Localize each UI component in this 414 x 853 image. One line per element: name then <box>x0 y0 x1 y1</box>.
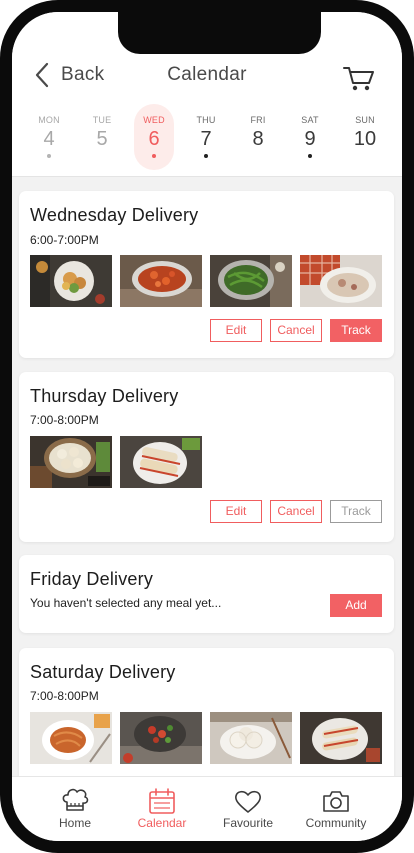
delivery-time: 6:00-7:00PM <box>30 233 99 247</box>
tab-label: Home <box>58 816 91 830</box>
delivery-card-wednesday: Wednesday Delivery 6:00-7:00PM Edit Canc… <box>19 191 394 358</box>
bottom-tab-bar: Home Calendar Favourite Community <box>12 776 402 841</box>
meal-thumbnail[interactable] <box>30 436 112 488</box>
day-name: TUE <box>92 115 112 125</box>
day-thu[interactable]: THU 7 <box>186 104 226 170</box>
tab-label: Community <box>305 816 367 830</box>
meal-thumbnail[interactable] <box>210 255 292 307</box>
delivery-card-thursday: Thursday Delivery 7:00-8:00PM Edit Cance… <box>19 372 394 542</box>
track-button[interactable]: Track <box>330 319 382 342</box>
device-notch <box>118 12 321 54</box>
delivery-title: Saturday Delivery <box>30 662 176 682</box>
delivery-dot <box>47 154 51 158</box>
delivery-time: 7:00-8:00PM <box>30 413 99 427</box>
meal-photo-icon <box>210 712 292 764</box>
day-name: WED <box>143 115 165 125</box>
day-number: 9 <box>304 128 316 150</box>
meal-thumbnail[interactable] <box>210 712 292 764</box>
day-sun[interactable]: SUN 10 <box>345 104 385 170</box>
edit-button[interactable]: Edit <box>210 319 262 342</box>
meal-thumbnail[interactable] <box>120 436 202 488</box>
tab-community[interactable]: Community <box>291 777 381 841</box>
week-strip: MON 4 TUE 5 WED 6 THU 7 FRI 8 SAT 9 SUN … <box>12 104 402 174</box>
tab-favourite[interactable]: Favourite <box>203 777 293 841</box>
chef-hat-icon <box>62 788 89 811</box>
delivery-dot <box>152 154 156 158</box>
day-wed[interactable]: WED 6 <box>134 104 174 170</box>
meal-thumbnail[interactable] <box>300 712 382 764</box>
meal-photo-icon <box>30 436 112 488</box>
day-fri[interactable]: FRI 8 <box>238 104 278 170</box>
day-name: SAT <box>301 115 319 125</box>
meal-photo-icon <box>300 255 382 307</box>
camera-icon <box>323 791 349 812</box>
day-name: THU <box>196 115 216 125</box>
empty-meal-note: You haven't selected any meal yet... <box>30 596 222 610</box>
day-name: MON <box>38 115 60 125</box>
day-tue[interactable]: TUE 5 <box>82 104 122 170</box>
day-number: 8 <box>252 128 264 150</box>
day-number: 7 <box>200 128 212 150</box>
delivery-card-friday: Friday Delivery You haven't selected any… <box>19 555 394 633</box>
meal-photo-icon <box>300 712 382 764</box>
tab-label: Favourite <box>222 816 274 830</box>
day-name: SUN <box>355 115 375 125</box>
cart-button[interactable] <box>342 64 376 92</box>
add-meal-button[interactable]: Add <box>330 594 382 617</box>
meal-thumbnail[interactable] <box>120 712 202 764</box>
cancel-button[interactable]: Cancel <box>270 500 322 523</box>
day-number: 4 <box>43 128 55 150</box>
edit-button[interactable]: Edit <box>210 500 262 523</box>
tab-label: Calendar <box>137 816 187 830</box>
day-number: 6 <box>148 128 160 150</box>
meal-thumbnail[interactable] <box>30 255 112 307</box>
day-number: 10 <box>353 128 377 150</box>
day-sat[interactable]: SAT 9 <box>290 104 330 170</box>
phone-frame: Back Calendar MON 4 TUE 5 WED 6 THU 7 FR… <box>0 0 414 853</box>
meal-photo-icon <box>30 712 112 764</box>
track-button[interactable]: Track <box>330 500 382 523</box>
cancel-button[interactable]: Cancel <box>270 319 322 342</box>
delivery-title: Wednesday Delivery <box>30 205 199 225</box>
day-number: 5 <box>96 128 108 150</box>
delivery-dot <box>204 154 208 158</box>
tab-calendar[interactable]: Calendar <box>117 777 207 841</box>
day-mon[interactable]: MON 4 <box>29 104 69 170</box>
day-name: FRI <box>250 115 266 125</box>
tab-home[interactable]: Home <box>30 777 120 841</box>
meal-photo-icon <box>210 255 292 307</box>
meal-thumbnail[interactable] <box>300 255 382 307</box>
meal-photo-icon <box>120 255 202 307</box>
delivery-title: Thursday Delivery <box>30 386 179 406</box>
app-screen: Back Calendar MON 4 TUE 5 WED 6 THU 7 FR… <box>12 12 402 841</box>
meal-photo-icon <box>30 255 112 307</box>
meal-thumbnail[interactable] <box>120 255 202 307</box>
meal-photo-icon <box>120 436 202 488</box>
calendar-icon <box>149 788 175 814</box>
delivery-title: Friday Delivery <box>30 569 154 589</box>
delivery-dot <box>308 154 312 158</box>
delivery-time: 7:00-8:00PM <box>30 689 99 703</box>
cart-icon <box>343 67 374 91</box>
meal-photo-icon <box>120 712 202 764</box>
heart-icon <box>235 790 261 813</box>
meal-thumbnail[interactable] <box>30 712 112 764</box>
